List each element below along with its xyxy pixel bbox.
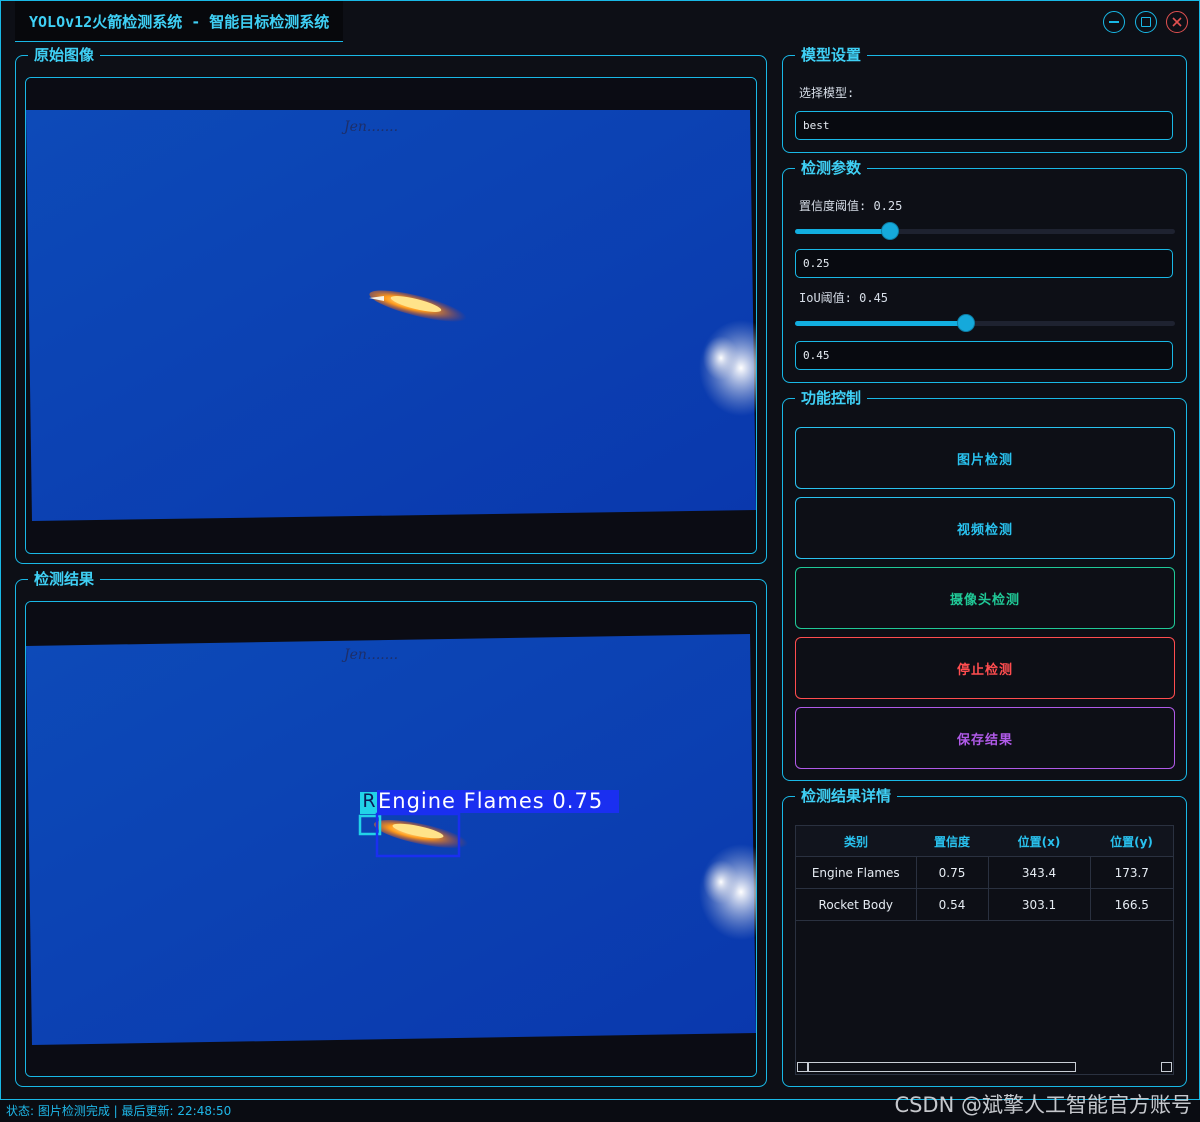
results-table-container: 类别 置信度 位置(x) 位置(y) Engine Flames 0.75 34… — [795, 825, 1174, 1075]
confidence-slider-handle[interactable] — [882, 223, 898, 239]
svg-text:Jen.......: Jen....... — [341, 647, 398, 663]
table-row[interactable]: Engine Flames 0.75 343.4 173.7 — [796, 856, 1173, 889]
watermark: CSDN @斌擎人工智能官方账号 — [894, 1093, 1192, 1117]
detection-label-flames: Engine Flames 0.75 — [378, 789, 604, 813]
detection-label-second: R — [362, 790, 376, 812]
video-detect-button[interactable]: 视频检测 — [795, 497, 1175, 559]
cell-class: Rocket Body — [796, 888, 917, 921]
title-bar: YOLOv12火箭检测系统 - 智能目标检测系统 — [1, 1, 1199, 43]
stop-detect-button[interactable]: 停止检测 — [795, 637, 1175, 699]
iou-slider[interactable] — [795, 315, 1175, 331]
result-rocket-image: Jen....... — [26, 602, 756, 1076]
original-image-panel: 原始图像 Jen....... — [15, 45, 767, 564]
detection-result-panel: 检测结果 Jen....... R Engine Flames 0.75 — [15, 569, 767, 1087]
minimize-icon — [1109, 21, 1119, 23]
maximize-icon — [1141, 17, 1151, 27]
result-details-panel: 检测结果详情 类别 置信度 位置(x) 位置(y) Engine Flames … — [782, 786, 1187, 1087]
save-result-button[interactable]: 保存结果 — [795, 707, 1175, 769]
scroll-right-arrow[interactable] — [1161, 1062, 1172, 1072]
table-row[interactable]: Rocket Body 0.54 303.1 166.5 — [796, 888, 1173, 921]
horizontal-scrollbar[interactable] — [796, 1061, 1173, 1074]
original-image-view: Jen....... — [25, 77, 757, 554]
detection-params-title: 检测参数 — [795, 158, 868, 178]
results-table-header: 类别 置信度 位置(x) 位置(y) — [796, 826, 1173, 857]
image-detect-button[interactable]: 图片检测 — [795, 427, 1175, 489]
column-header-confidence[interactable]: 置信度 — [916, 826, 988, 857]
cell-x: 303.1 — [988, 888, 1091, 921]
results-table: 类别 置信度 位置(x) 位置(y) Engine Flames 0.75 34… — [796, 826, 1173, 921]
iou-input[interactable]: 0.45 — [795, 341, 1173, 370]
result-details-title: 检测结果详情 — [795, 786, 898, 806]
minimize-button[interactable] — [1103, 11, 1125, 33]
window-title: YOLOv12火箭检测系统 - 智能目标检测系统 — [15, 1, 344, 42]
cell-x: 343.4 — [988, 856, 1091, 889]
scroll-left-arrow[interactable] — [797, 1062, 808, 1072]
close-button[interactable] — [1166, 11, 1188, 33]
detection-result-view: Jen....... R Engine Flames 0.75 — [25, 601, 757, 1077]
cell-class: Engine Flames — [796, 856, 917, 889]
svg-text:Jen.......: Jen....... — [341, 119, 398, 135]
column-header-class[interactable]: 类别 — [796, 826, 916, 857]
iou-slider-handle[interactable] — [958, 315, 974, 331]
model-select-label: 选择模型: — [799, 86, 855, 100]
model-settings-panel: 模型设置 选择模型: best — [782, 45, 1187, 153]
model-settings-title: 模型设置 — [795, 45, 868, 65]
confidence-input[interactable]: 0.25 — [795, 249, 1173, 278]
cell-confidence: 0.54 — [916, 888, 989, 921]
original-rocket-image: Jen....... — [26, 78, 756, 553]
maximize-button[interactable] — [1135, 11, 1157, 33]
iou-label: IoU阈值: 0.45 — [799, 291, 889, 305]
detection-result-title: 检测结果 — [28, 569, 101, 589]
main-window: YOLOv12火箭检测系统 - 智能目标检测系统 原始图像 Jen.......… — [0, 0, 1200, 1100]
model-select[interactable]: best — [795, 111, 1173, 140]
confidence-slider[interactable] — [795, 223, 1175, 239]
cell-y: 173.7 — [1090, 856, 1173, 889]
camera-detect-button[interactable]: 摄像头检测 — [795, 567, 1175, 629]
scrollbar-thumb[interactable] — [808, 1062, 1076, 1072]
cell-y: 166.5 — [1090, 888, 1173, 921]
column-header-x[interactable]: 位置(x) — [988, 826, 1090, 857]
detection-params-panel: 检测参数 置信度阈值: 0.25 0.25 IoU阈值: 0.45 0.45 — [782, 158, 1187, 383]
cell-confidence: 0.75 — [916, 856, 989, 889]
close-icon — [1172, 17, 1182, 27]
function-control-panel: 功能控制 图片检测 视频检测 摄像头检测 停止检测 保存结果 — [782, 388, 1187, 781]
original-image-title: 原始图像 — [28, 45, 101, 65]
function-control-title: 功能控制 — [795, 388, 868, 408]
confidence-label: 置信度阈值: 0.25 — [799, 199, 903, 213]
column-header-y[interactable]: 位置(y) — [1090, 826, 1173, 857]
